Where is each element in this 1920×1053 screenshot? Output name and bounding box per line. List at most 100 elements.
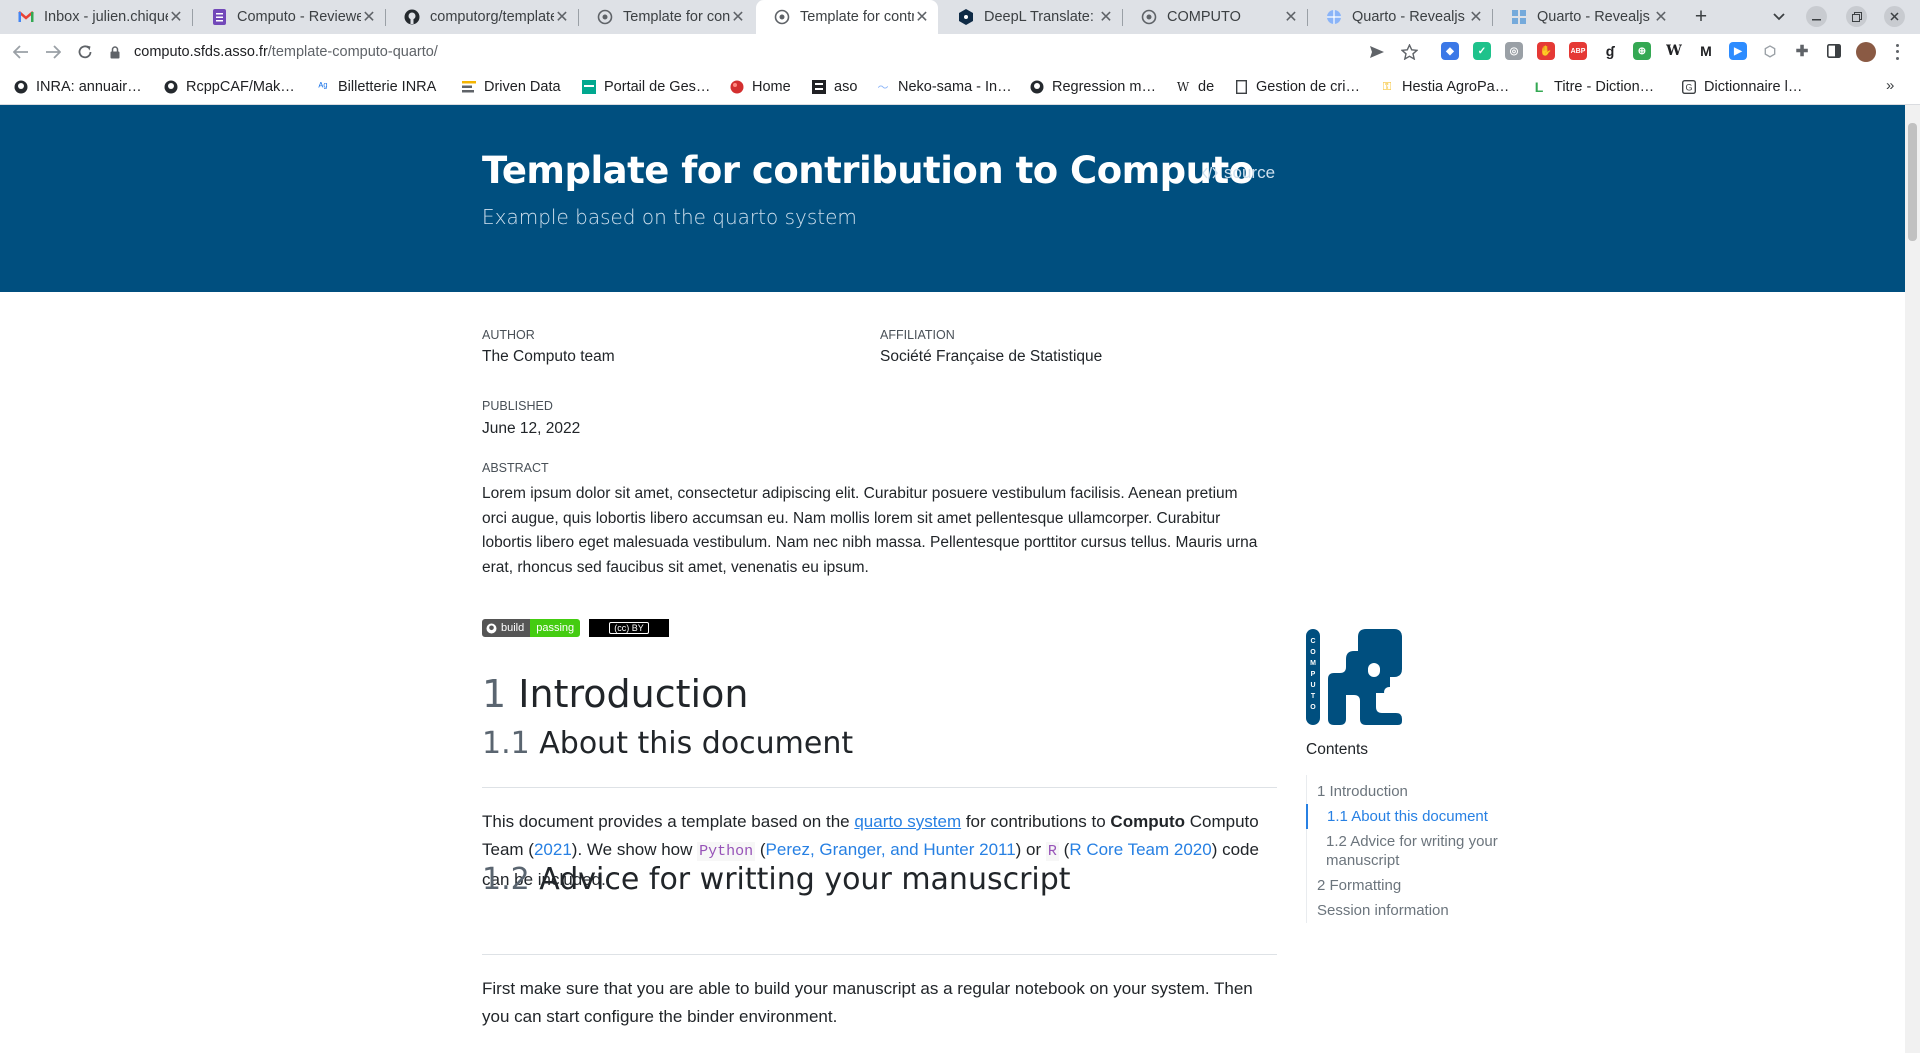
page-subtitle: Example based on the quarto system bbox=[482, 205, 857, 229]
bookmark-item[interactable]: ᴬᵍ Billetterie INRA bbox=[316, 77, 436, 97]
tab-search-icon[interactable] bbox=[1766, 4, 1792, 30]
quarto-system-link[interactable]: quarto system bbox=[854, 812, 961, 831]
toc-item-introduction[interactable]: 1 Introduction bbox=[1307, 779, 1507, 804]
source-link[interactable]: source bbox=[1202, 163, 1275, 183]
tab-title: computorg/template bbox=[430, 9, 554, 25]
tab-template-1[interactable]: Template for contribution ✕ bbox=[579, 0, 754, 34]
close-window-button[interactable] bbox=[1884, 6, 1905, 27]
toc-item-formatting[interactable]: 2 Formatting bbox=[1307, 873, 1507, 898]
close-icon[interactable]: ✕ bbox=[1283, 7, 1299, 27]
scrollbar-thumb[interactable] bbox=[1908, 123, 1917, 241]
bookmark-item[interactable]: INRA: annuair… bbox=[14, 77, 142, 97]
bookmark-label: Dictionnaire l… bbox=[1704, 79, 1803, 95]
bookmark-star-icon[interactable] bbox=[1399, 42, 1419, 62]
github-icon bbox=[164, 80, 178, 94]
github-icon bbox=[404, 9, 420, 25]
side-panel-icon[interactable] bbox=[1825, 42, 1843, 60]
close-icon[interactable]: ✕ bbox=[554, 7, 570, 27]
pocket-icon[interactable]: ⬡ bbox=[1761, 42, 1779, 60]
zoom-icon[interactable]: ▶ bbox=[1729, 42, 1747, 60]
lock-icon bbox=[108, 45, 122, 59]
close-icon[interactable]: ✕ bbox=[1653, 7, 1669, 27]
bookmark-item[interactable]: L Titre - Diction… bbox=[1532, 77, 1654, 97]
text: ). We show how bbox=[571, 840, 698, 859]
dict-icon: G bbox=[1682, 80, 1696, 94]
bookmark-item[interactable]: RcppCAF/Mak… bbox=[164, 77, 295, 97]
tab-computo[interactable]: COMPUTO ✕ bbox=[1123, 0, 1307, 34]
puzzle-icon[interactable]: ✚ bbox=[1793, 42, 1811, 60]
deepl-icon bbox=[958, 9, 974, 25]
url-path: /template-computo-quarto/ bbox=[267, 44, 438, 60]
build-badge[interactable]: build passing bbox=[482, 619, 581, 637]
adblock-icon[interactable]: ABP bbox=[1569, 42, 1587, 60]
text: ( bbox=[755, 840, 766, 859]
restore-button[interactable] bbox=[1846, 6, 1867, 27]
citation-link[interactable]: Perez, Granger, and Hunter 2011 bbox=[766, 840, 1016, 859]
back-arrow-icon[interactable] bbox=[8, 39, 34, 65]
bookmark-item[interactable]: Home bbox=[730, 77, 791, 97]
page-scrollbar[interactable] bbox=[1905, 105, 1920, 1053]
key-icon: ⚿ bbox=[1382, 80, 1392, 93]
wikipedia-icon[interactable]: W bbox=[1665, 42, 1683, 60]
stop-icon[interactable]: ✋ bbox=[1537, 42, 1555, 60]
tab-inbox[interactable]: Inbox - julien.chiquet ✕ bbox=[0, 0, 192, 34]
forward-arrow-icon[interactable] bbox=[40, 39, 66, 65]
neko-icon: 〜 bbox=[877, 82, 889, 94]
close-icon[interactable]: ✕ bbox=[1098, 7, 1114, 27]
menu-icon[interactable] bbox=[1890, 42, 1904, 62]
send-icon[interactable] bbox=[1367, 42, 1387, 62]
address-bar[interactable]: computo.sfds.asso.fr/template-computo-qu… bbox=[108, 37, 1398, 67]
license-badge[interactable]: (cc) BY bbox=[589, 619, 669, 637]
bookmark-label: Portail de Ges… bbox=[604, 79, 711, 95]
shield-icon[interactable]: ✓ bbox=[1473, 42, 1491, 60]
privacy-icon[interactable]: ◎ bbox=[1505, 42, 1523, 60]
close-icon[interactable]: ✕ bbox=[168, 7, 184, 27]
bookmark-item[interactable]: Portail de Ges… bbox=[582, 77, 710, 97]
bookmark-item[interactable]: Gestion de cri… bbox=[1234, 77, 1360, 97]
mendeley-icon[interactable]: M bbox=[1697, 42, 1715, 60]
github-icon bbox=[486, 623, 497, 633]
bookmarks-overflow-button[interactable]: » bbox=[1886, 77, 1894, 94]
reload-icon[interactable] bbox=[72, 39, 98, 65]
logo-letter: M bbox=[1310, 660, 1316, 667]
tab-computo-reviewers[interactable]: Computo - Reviewers ✕ bbox=[193, 0, 385, 34]
tab-title: Inbox - julien.chiquet bbox=[44, 9, 168, 25]
divider bbox=[482, 954, 1277, 955]
world-icon bbox=[1326, 9, 1342, 25]
toc-item-advice[interactable]: 1.2 Advice for writing your manuscript bbox=[1307, 829, 1507, 873]
gmail-icon bbox=[18, 9, 34, 25]
logo-letter: T bbox=[1311, 693, 1316, 700]
tab-title: Quarto - Revealjs bbox=[1352, 9, 1465, 25]
tab-github-template[interactable]: computorg/template ✕ bbox=[386, 0, 578, 34]
bookmark-item[interactable]: ⚿ Hestia AgroPa… bbox=[1380, 77, 1509, 97]
close-icon[interactable]: ✕ bbox=[914, 7, 930, 27]
bookmark-item[interactable]: Regression m… bbox=[1030, 77, 1156, 97]
citation-link[interactable]: R Core Team 2020 bbox=[1069, 840, 1211, 859]
tab-title: Quarto - Revealjs bbox=[1537, 9, 1650, 25]
bookmark-item[interactable]: Wde bbox=[1176, 77, 1214, 97]
tab-deepl[interactable]: DeepL Translate: ✕ bbox=[940, 0, 1122, 34]
section-title: About this document bbox=[539, 726, 854, 761]
citation-link[interactable]: 2021 bbox=[534, 840, 572, 859]
toc-item-session-information[interactable]: Session information bbox=[1307, 898, 1507, 923]
avatar[interactable] bbox=[1856, 42, 1876, 62]
tab-quarto-revealjs-2[interactable]: Quarto - Revealjs ✕ bbox=[1493, 0, 1677, 34]
close-icon[interactable]: ✕ bbox=[1468, 7, 1484, 27]
tab-template-active[interactable]: Template for contribution ✕ bbox=[756, 0, 938, 34]
bookmark-item[interactable]: Driven Data bbox=[462, 77, 561, 97]
browser-toolbar: computo.sfds.asso.fr/template-computo-qu… bbox=[0, 34, 1920, 70]
close-icon[interactable]: ✕ bbox=[361, 7, 377, 27]
published-label: PUBLISHED bbox=[482, 399, 553, 413]
bookmark-item[interactable]: aso bbox=[812, 77, 857, 97]
bookmark-item[interactable]: 〜 Neko-sama - In… bbox=[876, 77, 1012, 97]
toc-item-about-this-document[interactable]: 1.1 About this document bbox=[1306, 804, 1507, 829]
new-tab-button[interactable]: + bbox=[1688, 4, 1714, 30]
globe-extension-icon[interactable]: ⊕ bbox=[1633, 42, 1651, 60]
close-icon[interactable]: ✕ bbox=[730, 7, 746, 27]
bookmark-item[interactable]: G Dictionnaire l… bbox=[1682, 77, 1802, 97]
extension-icon[interactable]: ◆ bbox=[1441, 42, 1459, 60]
gnome-icon[interactable]: ɠ bbox=[1601, 42, 1619, 60]
tab-quarto-revealjs-1[interactable]: Quarto - Revealjs ✕ bbox=[1308, 0, 1492, 34]
minimize-button[interactable] bbox=[1806, 6, 1827, 27]
text: for contributions to bbox=[961, 812, 1111, 831]
